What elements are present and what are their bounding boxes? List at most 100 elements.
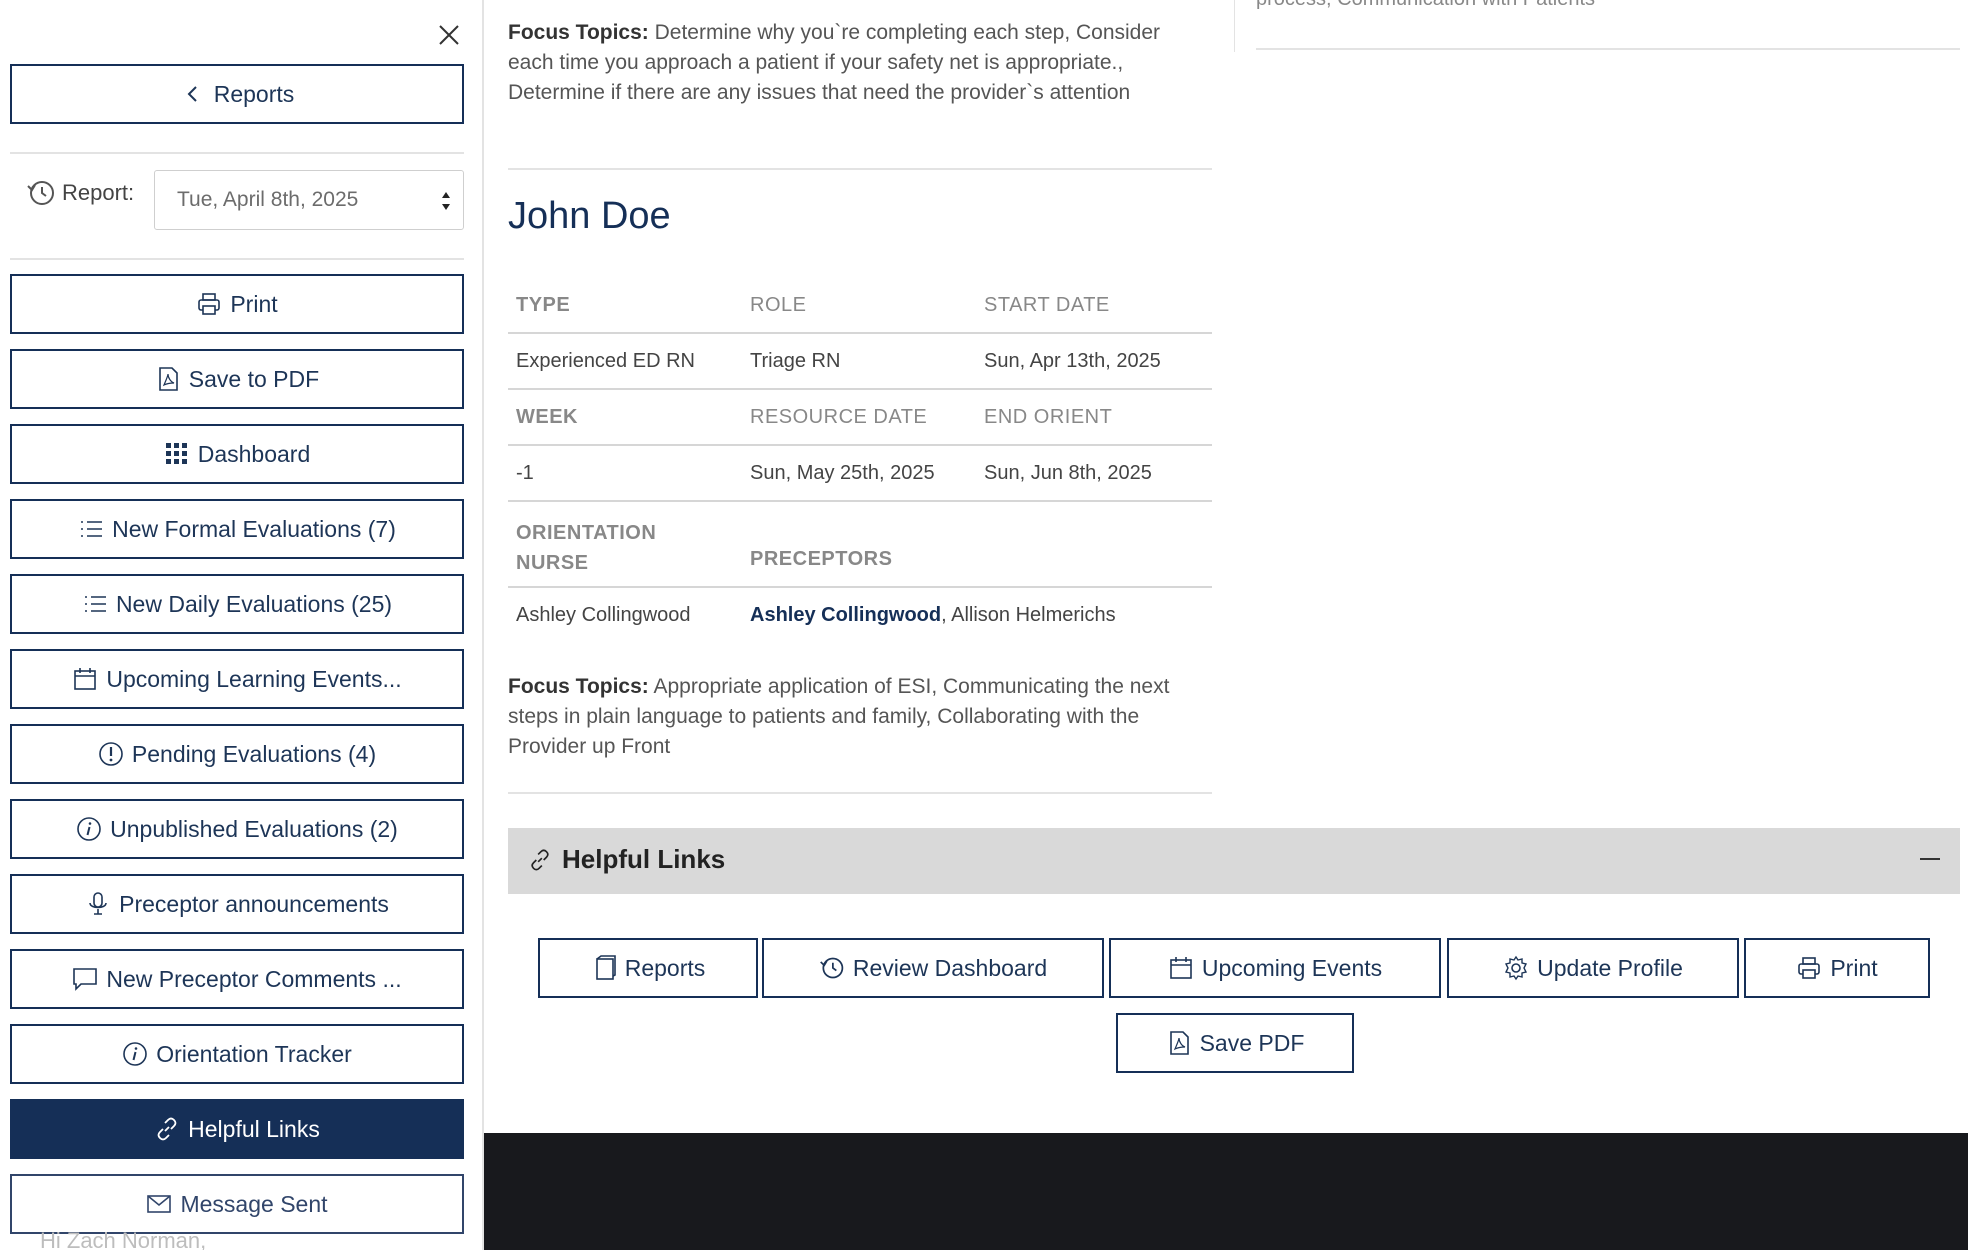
- footer-greeting: Hi Zach Norman,: [40, 1228, 207, 1250]
- report-label: Report:: [62, 180, 135, 205]
- new-daily-evaluations-button[interactable]: New Daily Evaluations (25): [10, 574, 464, 634]
- end-orient-header: END ORIENT: [984, 406, 1113, 428]
- document-copy-icon: [595, 955, 616, 980]
- role-value: Triage RN: [750, 350, 841, 372]
- type-header: TYPE: [516, 294, 571, 316]
- right-column-focus-text: process, Communication with Patients: [1256, 0, 1595, 11]
- new-preceptor-comments-button[interactable]: New Preceptor Comments ...: [10, 949, 464, 1009]
- close-icon[interactable]: [434, 20, 464, 50]
- focus-topics: Focus Topics: Appropriate application of…: [508, 672, 1212, 762]
- preceptors-value: Ashley Collingwood, Allison Helmerichs: [750, 604, 1116, 626]
- resource-date-value: Sun, May 25th, 2025: [750, 462, 935, 484]
- report-selector-row: Report: Tue, April 8th, 2025: [10, 168, 464, 230]
- divider: [508, 792, 1212, 794]
- grid-icon: [165, 443, 187, 464]
- end-orient-value: Sun, Jun 8th, 2025: [984, 462, 1152, 484]
- link-update-profile-label: Update Profile: [1537, 954, 1683, 981]
- back-to-reports-button[interactable]: Reports: [10, 64, 464, 124]
- alert-circle-icon: [99, 742, 123, 766]
- orientation-tracker-label: Orientation Tracker: [156, 1040, 352, 1067]
- report-date-value: Tue, April 8th, 2025: [177, 188, 359, 211]
- role-header: ROLE: [750, 294, 807, 316]
- divider: [1256, 48, 1960, 50]
- column-divider: [1234, 0, 1235, 52]
- pending-evaluations-label: Pending Evaluations (4): [131, 740, 377, 767]
- collapse-icon[interactable]: [1920, 858, 1940, 860]
- new-daily-evaluations-label: New Daily Evaluations (25): [115, 590, 393, 617]
- link-save-pdf-button[interactable]: Save PDF: [1116, 1013, 1354, 1073]
- link-save-pdf-label: Save PDF: [1199, 1029, 1305, 1056]
- link-upcoming-events-button[interactable]: Upcoming Events: [1109, 938, 1441, 998]
- start-date-header: START DATE: [984, 294, 1110, 316]
- link-icon: [157, 1117, 177, 1141]
- printer-icon: [1798, 957, 1821, 979]
- start-date-value: Sun, Apr 13th, 2025: [984, 350, 1161, 372]
- orientation-nurse-value: Ashley Collingwood: [516, 604, 691, 626]
- focus-topics-previous: Focus Topics: Determine why you`re compl…: [508, 18, 1208, 108]
- info-circle-icon: [77, 817, 101, 841]
- helpful-links-panel-header[interactable]: Helpful Links: [508, 828, 1960, 894]
- history-icon: [819, 957, 844, 979]
- envelope-icon: [147, 1195, 172, 1213]
- message-sent-label: Message Sent: [180, 1190, 328, 1217]
- helpful-links-label: Helpful Links: [188, 1115, 320, 1142]
- type-value: Experienced ED RN: [516, 350, 695, 372]
- microphone-icon: [89, 892, 107, 915]
- sidebar: Reports Report: Tue, April 8th, 2025 Pri…: [0, 0, 484, 1250]
- link-icon: [531, 848, 549, 871]
- divider: [10, 152, 464, 154]
- focus-topics-label: Focus Topics:: [508, 675, 649, 698]
- info-circle-icon: [123, 1042, 148, 1066]
- link-reports-button[interactable]: Reports: [538, 938, 758, 998]
- save-to-pdf-button[interactable]: Save to PDF: [10, 349, 464, 409]
- new-formal-evaluations-label: New Formal Evaluations (7): [112, 515, 396, 542]
- pending-evaluations-button[interactable]: Pending Evaluations (4): [10, 724, 464, 784]
- orientation-tracker-button[interactable]: Orientation Tracker: [10, 1024, 464, 1084]
- message-sent-button[interactable]: Message Sent: [10, 1174, 464, 1234]
- list-icon: [84, 596, 106, 612]
- preceptors-header: PRECEPTORS: [750, 548, 893, 570]
- unpublished-evaluations-label: Unpublished Evaluations (2): [110, 815, 398, 842]
- dashboard-label: Dashboard: [197, 440, 311, 467]
- orientation-nurse-header: ORIENTATION NURSE: [516, 522, 657, 574]
- gear-icon: [1505, 955, 1528, 981]
- chevron-left-icon: [187, 86, 197, 102]
- preceptor-announcements-button[interactable]: Preceptor announcements: [10, 874, 464, 934]
- chat-bubble-icon: [73, 968, 98, 991]
- list-icon: [81, 521, 103, 537]
- calendar-icon: [74, 668, 97, 690]
- week-value: -1: [516, 462, 534, 484]
- helpful-links-title: Helpful Links: [562, 844, 726, 874]
- pdf-file-icon: [1169, 1031, 1189, 1055]
- helpful-links-button[interactable]: Helpful Links: [10, 1099, 464, 1159]
- print-button[interactable]: Print: [10, 274, 464, 334]
- link-review-dashboard-label: Review Dashboard: [852, 954, 1048, 981]
- back-label: Reports: [213, 80, 295, 107]
- history-icon: [27, 181, 54, 205]
- link-review-dashboard-button[interactable]: Review Dashboard: [762, 938, 1104, 998]
- preceptor-announcements-label: Preceptor announcements: [119, 890, 389, 917]
- new-preceptor-comments-label: New Preceptor Comments ...: [106, 965, 402, 992]
- upcoming-learning-events-label: Upcoming Learning Events...: [106, 665, 402, 692]
- link-reports-label: Reports: [624, 954, 706, 981]
- divider: [508, 168, 1212, 170]
- calendar-icon: [1170, 957, 1192, 979]
- week-header: WEEK: [516, 406, 578, 428]
- link-update-profile-button[interactable]: Update Profile: [1447, 938, 1739, 998]
- upcoming-learning-events-button[interactable]: Upcoming Learning Events...: [10, 649, 464, 709]
- orientee-name: John Doe: [508, 195, 671, 237]
- pdf-file-icon: [158, 367, 178, 391]
- select-arrows-icon: [442, 192, 450, 210]
- new-formal-evaluations-button[interactable]: New Formal Evaluations (7): [10, 499, 464, 559]
- focus-topics-label: Focus Topics:: [508, 21, 649, 44]
- print-label: Print: [230, 290, 278, 317]
- report-date-select[interactable]: Tue, April 8th, 2025: [154, 170, 464, 230]
- link-upcoming-events-label: Upcoming Events: [1201, 954, 1383, 981]
- unpublished-evaluations-button[interactable]: Unpublished Evaluations (2): [10, 799, 464, 859]
- save-to-pdf-label: Save to PDF: [188, 365, 320, 392]
- link-print-label: Print: [1830, 954, 1878, 981]
- dashboard-button[interactable]: Dashboard: [10, 424, 464, 484]
- printer-icon: [198, 293, 221, 315]
- divider: [10, 258, 464, 260]
- link-print-button[interactable]: Print: [1744, 938, 1930, 998]
